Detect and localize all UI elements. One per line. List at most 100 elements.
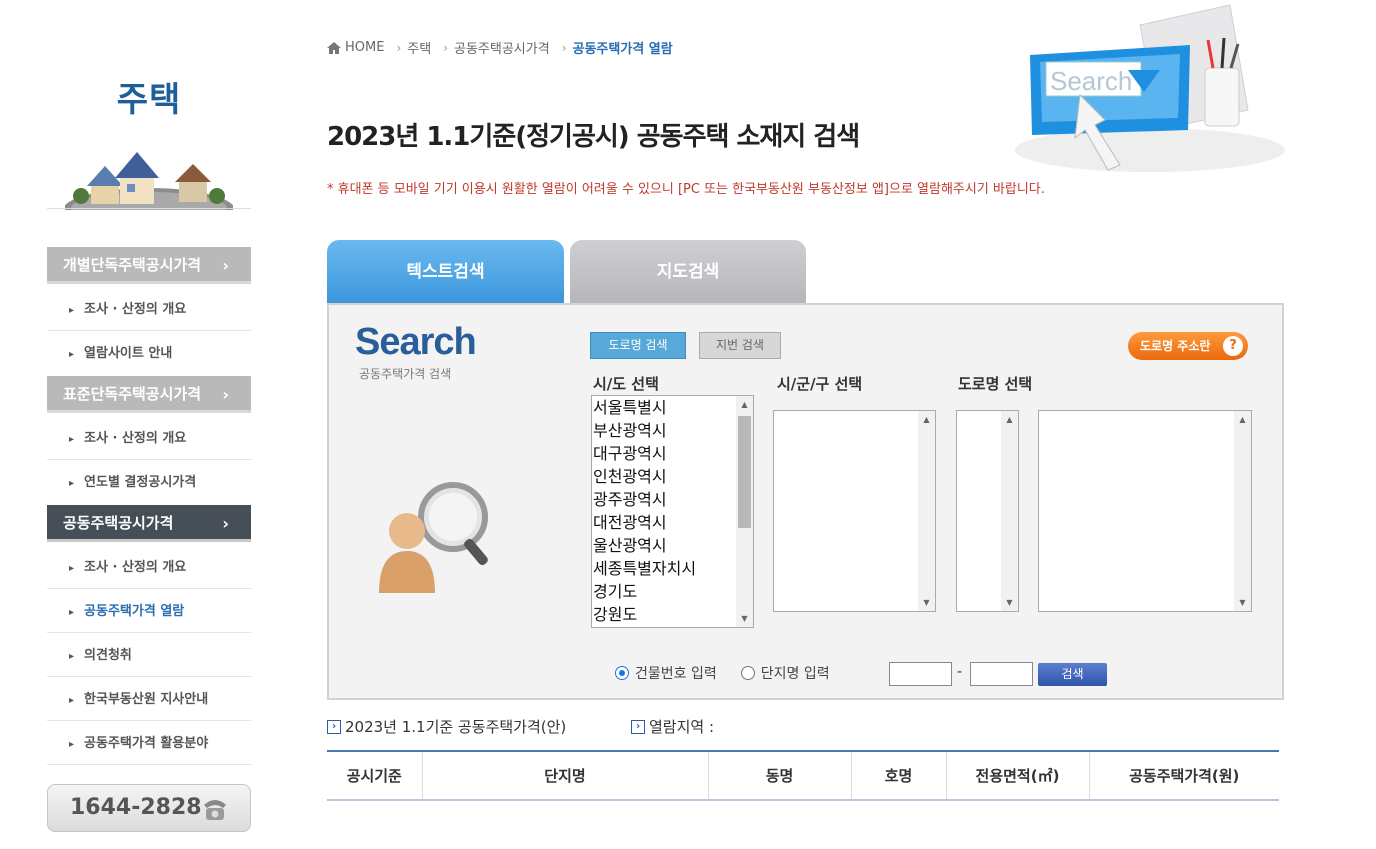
road-name-search-button[interactable]: 도로명 검색	[590, 332, 686, 359]
phone-number: 1644-2828	[70, 795, 202, 820]
number-dash: -	[957, 664, 963, 680]
search-logo: Search	[355, 321, 477, 363]
col-header-area: 전용면적(㎡)	[945, 751, 1089, 800]
chevron-right-icon: ›	[222, 256, 229, 275]
bullet-icon: ▸	[69, 739, 75, 750]
menu-sub-label: 한국부동산원 지사안내	[84, 692, 209, 707]
road-initial-scrollbar[interactable]: ▲ ▼	[1001, 411, 1018, 611]
col-header-complex-name: 단지명	[421, 751, 708, 800]
road-address-help-button[interactable]: 도로명 주소란 ?	[1128, 332, 1248, 360]
bullet-icon: ▸	[69, 434, 75, 445]
scroll-down-icon[interactable]: ▼	[1234, 594, 1251, 611]
page-title: 2023년 1.1기준(정기공시) 공동주택 소재지 검색	[327, 122, 860, 152]
scroll-up-icon[interactable]: ▲	[1001, 411, 1018, 428]
sido-option[interactable]: 경기도	[592, 580, 753, 603]
sido-label: 시/도 선택	[593, 375, 659, 393]
sido-option[interactable]: 대구광역시	[592, 442, 753, 465]
arrow-box-icon: ›	[327, 719, 341, 734]
sigungu-select[interactable]: ▲ ▼	[773, 410, 936, 612]
scroll-down-icon[interactable]: ▼	[736, 610, 753, 627]
col-header-unit: 호명	[850, 751, 946, 800]
menu-sub-label: 열람사이트 안내	[84, 346, 173, 361]
road-name-scrollbar[interactable]: ▲ ▼	[1234, 411, 1251, 611]
search-panel: Search 공동주택가격 검색 도로명 검색 지번 검색 도로명 주소란 ? …	[327, 303, 1284, 700]
breadcrumb-housing[interactable]: 주택	[407, 38, 431, 57]
lot-number-search-button[interactable]: 지번 검색	[699, 332, 781, 359]
search-button[interactable]: 검색	[1038, 663, 1107, 686]
breadcrumb-current[interactable]: 공동주택가격 열람	[573, 38, 673, 57]
input-type-radio-group: 건물번호 입력 단지명 입력	[615, 663, 830, 683]
menu-sub-label: 조사 · 산정의 개요	[84, 431, 187, 446]
illustration-search-text: Search	[1050, 66, 1132, 96]
price-info-label: › 2023년 1.1기준 공동주택가격(안)	[327, 716, 566, 737]
complex-name-radio[interactable]	[740, 666, 755, 680]
sido-option[interactable]: 세종특별자치시	[592, 557, 753, 580]
col-header-building: 동명	[707, 751, 851, 800]
search-logo-subtitle: 공동주택가격 검색	[359, 367, 452, 381]
chevron-right-icon: ›	[222, 385, 229, 404]
bullet-icon: ▸	[69, 695, 75, 706]
sido-options: 서울특별시 부산광역시 대구광역시 인천광역시 광주광역시 대전광역시 울산광역시 세종특별자…	[592, 396, 753, 626]
road-initial-select[interactable]: ▲ ▼	[956, 410, 1019, 612]
sido-option[interactable]: 강원도	[592, 603, 753, 626]
breadcrumb-separator-icon: ›	[396, 40, 402, 55]
menu-sub-yearly-price[interactable]: ▸ 연도별 결정공시가격	[47, 461, 251, 504]
scroll-down-icon[interactable]: ▼	[1001, 594, 1018, 611]
road-name-select[interactable]: ▲ ▼	[1038, 410, 1252, 612]
building-number-radio-label[interactable]: 건물번호 입력	[635, 663, 717, 683]
menu-sub-viewing-site-guide[interactable]: ▸ 열람사이트 안내	[47, 332, 251, 375]
tab-text-search[interactable]: 텍스트검색	[327, 240, 564, 304]
col-header-announce-basis: 공시기준	[327, 751, 422, 800]
menu-sub-apartment-price-view[interactable]: ▸ 공동주택가격 열람	[47, 590, 251, 633]
breadcrumb-separator-icon: ›	[443, 40, 448, 55]
scroll-up-icon[interactable]: ▲	[736, 396, 753, 413]
sido-option[interactable]: 울산광역시	[592, 534, 753, 557]
breadcrumb-apartment-price[interactable]: 공동주택공시가격	[454, 38, 550, 57]
result-table: 공시기준 단지명 동명 호명 전용면적(㎡) 공동주택가격(원)	[327, 750, 1279, 801]
telephone-icon	[204, 800, 226, 820]
sigungu-label: 시/군/구 선택	[777, 375, 863, 393]
menu-label: 공동주택공시가격	[63, 514, 174, 532]
menu-sub-opinion[interactable]: ▸ 의견청취	[47, 634, 251, 677]
menu-sub-overview-1[interactable]: ▸ 조사 · 산정의 개요	[47, 288, 251, 331]
scroll-thumb[interactable]	[738, 416, 751, 528]
bullet-icon: ▸	[69, 305, 75, 316]
breadcrumb-home[interactable]: HOME	[345, 40, 384, 55]
building-number-sub-input[interactable]	[970, 662, 1033, 686]
sidebar-divider	[47, 208, 251, 209]
region-info-text: 열람지역 :	[649, 718, 715, 736]
menu-sub-label: 의견청취	[84, 648, 132, 663]
menu-sub-branches[interactable]: ▸ 한국부동산원 지사안내	[47, 678, 251, 721]
sidebar-title: 주택	[116, 80, 182, 120]
menu-sub-usage[interactable]: ▸ 공동주택가격 활용분야	[47, 722, 251, 765]
tab-map-search[interactable]: 지도검색	[570, 240, 806, 304]
menu-sub-label: 공동주택가격 활용분야	[84, 736, 209, 751]
sido-option[interactable]: 부산광역시	[592, 419, 753, 442]
menu-label: 표준단독주택공시가격	[63, 385, 202, 403]
complex-name-radio-label[interactable]: 단지명 입력	[761, 663, 830, 683]
region-info-label: › 열람지역 :	[631, 716, 714, 737]
phone-number-box: 1644-2828	[47, 784, 251, 832]
menu-sub-label: 공동주택가격 열람	[84, 604, 185, 619]
menu-sub-overview-2[interactable]: ▸ 조사 · 산정의 개요	[47, 417, 251, 460]
sido-option[interactable]: 광주광역시	[592, 488, 753, 511]
building-number-main-input[interactable]	[889, 662, 952, 686]
sido-option[interactable]: 서울특별시	[592, 396, 753, 419]
road-name-label: 도로명 선택	[958, 375, 1033, 393]
sido-select[interactable]: 서울특별시 부산광역시 대구광역시 인천광역시 광주광역시 대전광역시 울산광역시 세종특별자…	[591, 395, 754, 628]
scroll-down-icon[interactable]: ▼	[918, 594, 935, 611]
menu-individual-house-price[interactable]: 개별단독주택공시가격 ›	[47, 247, 251, 284]
sido-option[interactable]: 인천광역시	[592, 465, 753, 488]
question-icon: ?	[1223, 336, 1243, 356]
menu-sub-overview-3[interactable]: ▸ 조사 · 산정의 개요	[47, 546, 251, 589]
building-number-radio[interactable]	[615, 666, 629, 680]
scroll-up-icon[interactable]: ▲	[1234, 411, 1251, 428]
menu-apartment-price[interactable]: 공동주택공시가격 ›	[47, 505, 251, 542]
menu-label: 개별단독주택공시가격	[63, 256, 202, 274]
sido-scrollbar[interactable]: ▲ ▼	[736, 396, 753, 627]
scroll-up-icon[interactable]: ▲	[918, 411, 935, 428]
sigungu-scrollbar[interactable]: ▲ ▼	[918, 411, 935, 611]
menu-standard-house-price[interactable]: 표준단독주택공시가격 ›	[47, 376, 251, 413]
sido-option[interactable]: 대전광역시	[592, 511, 753, 534]
col-header-price: 공동주택가격(원)	[1088, 751, 1279, 800]
